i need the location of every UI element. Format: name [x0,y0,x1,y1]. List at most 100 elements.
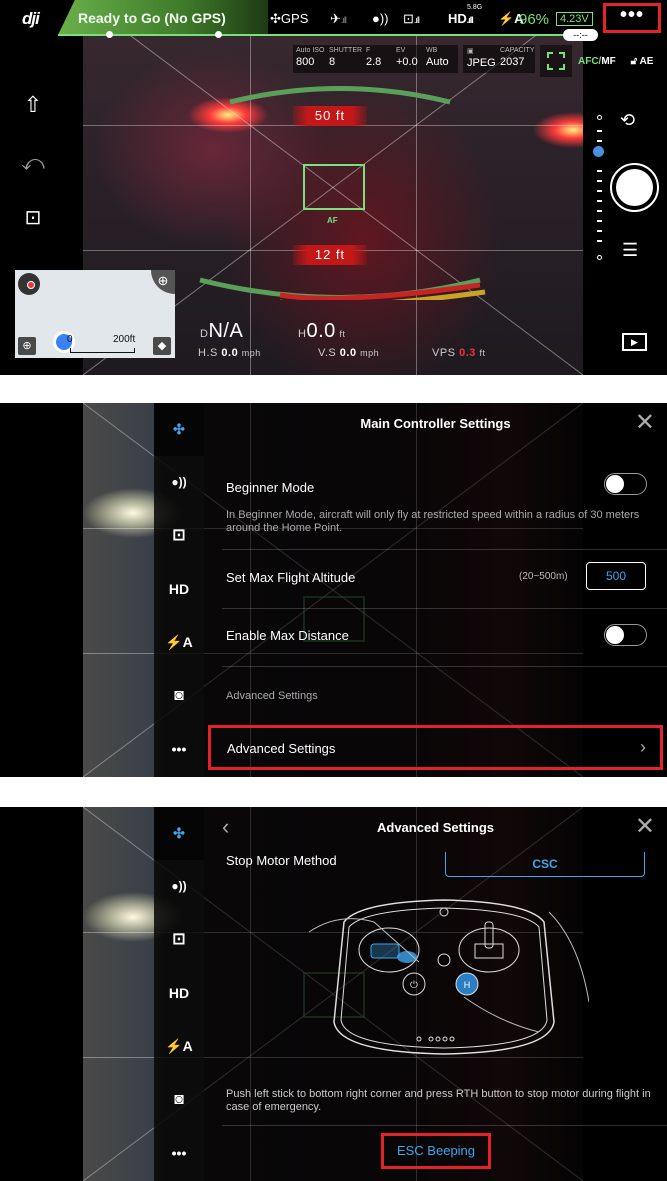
return-home-icon[interactable]: ⤺ [18,150,48,180]
aperture-label: F [366,47,371,54]
advanced-settings-row[interactable]: Advanced Settings › [208,725,663,770]
sidebar-item-hd[interactable]: HD [154,967,204,1020]
mini-map[interactable]: ⊕ ⊕ ◆ 0 200ft [15,270,175,358]
af-label: AF [327,216,338,225]
horizontal-speed-readout: H.S 0.0 mph [198,347,261,359]
scale-end: 200ft [113,334,136,345]
signal-bars-icon: .ıll [466,15,474,25]
storage-info[interactable]: ▣ JPEG CAPACITY 2037 [463,45,535,73]
sidebar-item-aircraft[interactable]: ✣ [154,403,204,456]
capacity-label: CAPACITY [500,47,535,54]
obstacle-sensing-status[interactable]: ✈.ıll [330,11,347,27]
stop-motor-description: Push left stick to bottom right corner a… [226,1088,651,1113]
ae-lock-button[interactable]: 🔓︎ AE [623,47,661,77]
sidebar-item-more[interactable]: ••• [154,1127,204,1180]
page-title: Advanced Settings [376,820,495,835]
scale-start: 0 [67,334,73,345]
shutter-value: 8 [329,56,336,68]
image-format: JPEG [467,57,496,69]
beginner-mode-description: In Beginner Mode, aircraft will only fly… [226,509,640,534]
wheel-icon [439,907,449,917]
sidebar-item-signal[interactable]: ●)) [154,456,204,509]
sidebar-item-camera[interactable]: ◙ [154,669,204,722]
dji-logo: dji [22,9,40,28]
focus-mode-button[interactable] [540,45,572,77]
settings-content: Main Controller Settings ✕ Beginner Mode… [204,403,667,777]
photo-video-switch-icon[interactable]: ⟲ [620,110,635,131]
advanced-settings-screen: ✣ ●)) ⊡ HD ⚡A ◙ ••• ‹ Advanced Settings … [0,807,667,1181]
wifi-status[interactable]: ●)) [372,11,389,26]
section-header: Advanced Settings [226,690,318,702]
signal-bars-icon: .ıll [340,15,347,25]
controller-outline [333,899,555,1055]
max-altitude-label: Set Max Flight Altitude [226,570,356,585]
afc-mf-toggle[interactable]: AFC/MF [578,56,616,67]
max-altitude-input[interactable]: 500 [586,562,646,590]
close-icon[interactable]: ✕ [635,411,655,435]
sidebar-item-camera[interactable]: ◙ [154,1073,204,1126]
sidebar-item-aircraft[interactable]: ✣ [154,807,204,860]
sidebar-item-battery[interactable]: ⚡A [154,616,204,669]
unlock-icon: 🔓︎ [630,56,638,67]
compass-icon[interactable] [18,273,40,295]
remote-controller-icon[interactable]: ⊡ [18,205,48,235]
focus-frame-icon [547,52,565,70]
distance-readout: DN/A [200,320,244,342]
remote-controller-icon: ⊡ [403,11,414,26]
right-hand-outline [548,911,589,1003]
close-icon[interactable]: ✕ [635,815,655,839]
sidebar-item-hd[interactable]: HD [154,563,204,616]
divider [222,666,667,667]
shutter-label: SHUTTER [329,47,363,54]
locate-icon[interactable]: ⊕ [151,270,175,294]
max-altitude-range: (20~500m) [519,571,568,582]
gimbal-slider[interactable] [597,115,602,260]
max-distance-label: Enable Max Distance [226,628,349,643]
hd-signal-status[interactable]: HD.ıll [448,11,474,26]
sidebar-item-more[interactable]: ••• [154,723,204,776]
wb-value: Auto [426,56,449,68]
max-distance-toggle[interactable] [604,624,647,646]
settings-content: ‹ Advanced Settings ✕ Stop Motor Method … [204,807,667,1181]
playback-button[interactable]: ▶ [622,333,647,351]
rc-signal-status[interactable]: ⊡.ıll [403,11,420,27]
flight-status-text[interactable]: Ready to Go (No GPS) [78,10,226,26]
map-scale-bar [70,348,135,353]
camera-settings-icon[interactable]: ☰ [622,240,638,261]
gps-status[interactable]: ✣GPS [270,11,308,27]
shutter-button[interactable] [610,163,659,212]
sd-card-icon: ▣ [467,48,474,55]
esc-beeping-button[interactable]: ESC Beeping [381,1133,491,1169]
flight-timer: --:-- [563,29,598,41]
battery-led [416,1036,422,1042]
divider [222,1125,667,1126]
aperture-value: 2.8 [366,56,382,68]
camera-parameters[interactable]: Auto ISO 800 SHUTTER 8 F 2.8 EV +0.0 WB Auto [293,45,458,73]
sidebar-item-signal[interactable]: ●)) [154,860,204,913]
left-stick-highlight [370,943,400,959]
sidebar-item-remote-controller[interactable]: ⊡ [154,913,204,966]
capacity-value: 2037 [500,56,525,68]
takeoff-icon[interactable]: ⇧ [18,92,48,122]
gimbal-slider-handle[interactable] [593,146,604,157]
sidebar-item-battery[interactable]: ⚡A [154,1020,204,1073]
altitude-upper-label: 50 ft [293,106,367,126]
status-line [58,34,583,36]
more-settings-button[interactable]: ••• [603,3,661,33]
remote-controller-diagram: ⏻ H [308,899,589,1055]
wb-label: WB [426,47,438,54]
sidebar-item-remote-controller[interactable]: ⊡ [154,509,204,562]
zoom-in-icon[interactable]: ⊕ [18,337,36,355]
af-focus-frame[interactable] [303,164,365,210]
status-line-marker [215,31,222,38]
clear-path-icon[interactable]: ◆ [153,337,171,355]
divider [222,549,667,550]
hd-band-label: 5.8G [467,4,483,11]
stop-motor-method-label: Stop Motor Method [226,853,337,868]
settings-sidebar: ✣ ●)) ⊡ HD ⚡A ◙ ••• [154,807,204,1181]
status-line-marker [106,31,113,38]
battery-percent[interactable]: 96% [519,11,549,28]
stop-motor-method-csc[interactable]: CSC [445,852,645,877]
wifi-signal-icon: ●)) [372,11,389,26]
beginner-mode-toggle[interactable] [604,473,647,495]
